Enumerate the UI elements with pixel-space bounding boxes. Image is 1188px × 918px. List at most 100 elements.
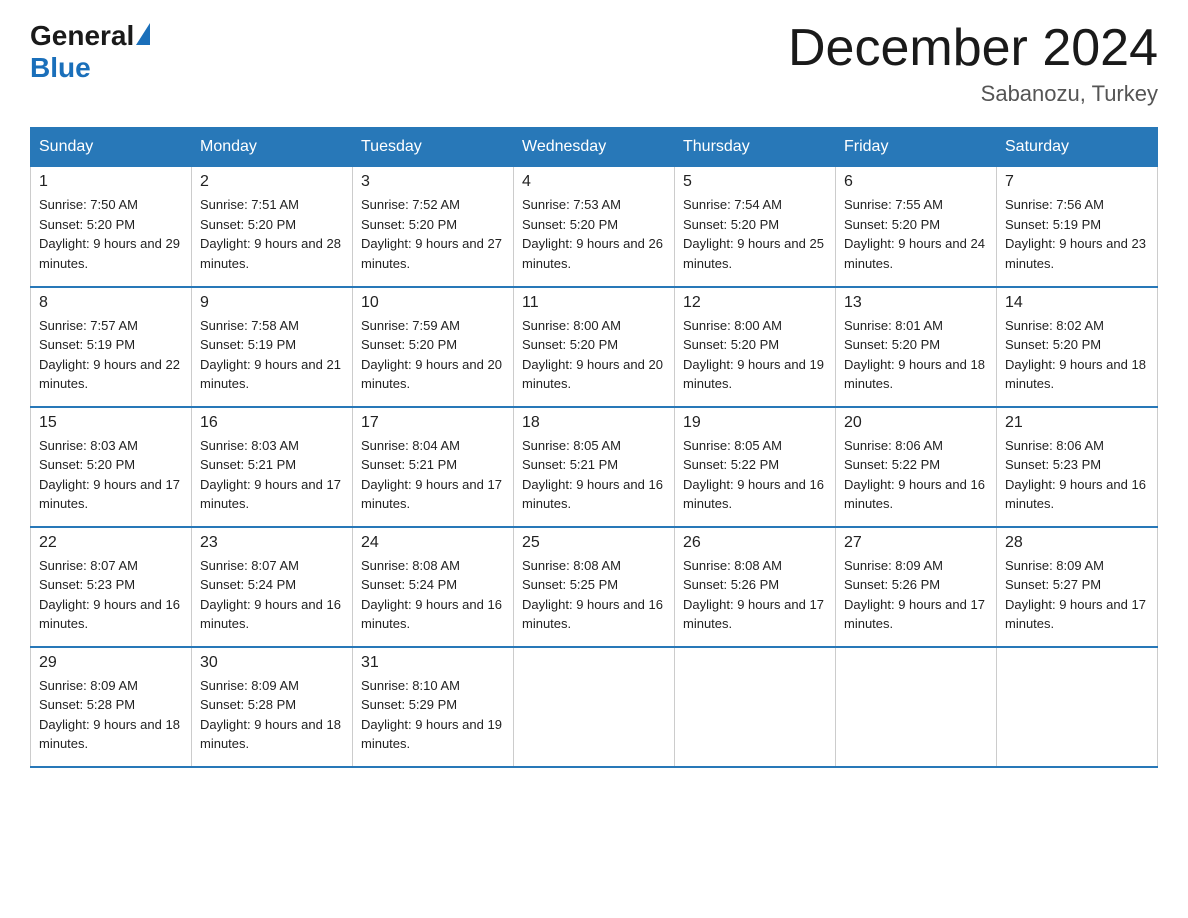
day-header-friday: Friday xyxy=(836,128,997,167)
day-info: Sunrise: 8:04 AMSunset: 5:21 PMDaylight:… xyxy=(361,436,505,514)
calendar-cell: 16 Sunrise: 8:03 AMSunset: 5:21 PMDayligh… xyxy=(192,407,353,527)
day-info: Sunrise: 7:57 AMSunset: 5:19 PMDaylight:… xyxy=(39,316,183,394)
day-number: 24 xyxy=(361,534,505,552)
page-header: General Blue December 2024 Sabanozu, Tur… xyxy=(30,20,1158,107)
day-number: 3 xyxy=(361,173,505,191)
calendar-cell: 7 Sunrise: 7:56 AMSunset: 5:19 PMDaylight… xyxy=(997,167,1158,287)
calendar-cell: 4Sunrise: 7:53 AMSunset: 5:20 PMDaylight… xyxy=(514,167,675,287)
day-info: Sunrise: 8:07 AMSunset: 5:24 PMDaylight:… xyxy=(200,556,344,634)
calendar-cell: 31 Sunrise: 8:10 AMSunset: 5:29 PMDayligh… xyxy=(353,647,514,767)
calendar-cell: 23 Sunrise: 8:07 AMSunset: 5:24 PMDayligh… xyxy=(192,527,353,647)
calendar-cell: 14Sunrise: 8:02 AMSunset: 5:20 PMDayligh… xyxy=(997,287,1158,407)
day-number: 27 xyxy=(844,534,988,552)
calendar-cell: 2 Sunrise: 7:51 AMSunset: 5:20 PMDaylight… xyxy=(192,167,353,287)
calendar-cell: 24 Sunrise: 8:08 AMSunset: 5:24 PMDayligh… xyxy=(353,527,514,647)
calendar-week-row: 22 Sunrise: 8:07 AMSunset: 5:23 PMDayligh… xyxy=(31,527,1158,647)
day-info: Sunrise: 7:56 AMSunset: 5:19 PMDaylight:… xyxy=(1005,195,1149,273)
day-number: 15 xyxy=(39,414,183,432)
day-number: 12 xyxy=(683,294,827,312)
day-number: 11 xyxy=(522,294,666,312)
calendar-week-row: 15 Sunrise: 8:03 AMSunset: 5:20 PMDayligh… xyxy=(31,407,1158,527)
calendar-cell xyxy=(997,647,1158,767)
calendar-cell: 18 Sunrise: 8:05 AMSunset: 5:21 PMDayligh… xyxy=(514,407,675,527)
day-info: Sunrise: 8:07 AMSunset: 5:23 PMDaylight:… xyxy=(39,556,183,634)
day-header-saturday: Saturday xyxy=(997,128,1158,167)
calendar-cell: 19Sunrise: 8:05 AMSunset: 5:22 PMDayligh… xyxy=(675,407,836,527)
day-info: Sunrise: 8:02 AMSunset: 5:20 PMDaylight:… xyxy=(1005,316,1149,394)
day-info: Sunrise: 8:00 AMSunset: 5:20 PMDaylight:… xyxy=(683,316,827,394)
day-number: 9 xyxy=(200,294,344,312)
day-info: Sunrise: 7:51 AMSunset: 5:20 PMDaylight:… xyxy=(200,195,344,273)
calendar-cell: 9 Sunrise: 7:58 AMSunset: 5:19 PMDaylight… xyxy=(192,287,353,407)
day-info: Sunrise: 8:01 AMSunset: 5:20 PMDaylight:… xyxy=(844,316,988,394)
day-number: 25 xyxy=(522,534,666,552)
day-info: Sunrise: 8:05 AMSunset: 5:22 PMDaylight:… xyxy=(683,436,827,514)
calendar-cell: 30 Sunrise: 8:09 AMSunset: 5:28 PMDayligh… xyxy=(192,647,353,767)
calendar-cell: 3 Sunrise: 7:52 AMSunset: 5:20 PMDaylight… xyxy=(353,167,514,287)
calendar-subtitle: Sabanozu, Turkey xyxy=(788,81,1158,107)
day-info: Sunrise: 7:53 AMSunset: 5:20 PMDaylight:… xyxy=(522,195,666,273)
day-number: 7 xyxy=(1005,173,1149,191)
day-info: Sunrise: 7:58 AMSunset: 5:19 PMDaylight:… xyxy=(200,316,344,394)
logo-triangle-icon xyxy=(136,23,150,45)
day-number: 16 xyxy=(200,414,344,432)
day-header-tuesday: Tuesday xyxy=(353,128,514,167)
calendar-cell: 5Sunrise: 7:54 AMSunset: 5:20 PMDaylight… xyxy=(675,167,836,287)
calendar-table: SundayMondayTuesdayWednesdayThursdayFrid… xyxy=(30,127,1158,768)
day-info: Sunrise: 8:09 AMSunset: 5:28 PMDaylight:… xyxy=(39,676,183,754)
calendar-cell xyxy=(514,647,675,767)
calendar-cell: 28Sunrise: 8:09 AMSunset: 5:27 PMDayligh… xyxy=(997,527,1158,647)
calendar-cell: 15 Sunrise: 8:03 AMSunset: 5:20 PMDayligh… xyxy=(31,407,192,527)
day-number: 6 xyxy=(844,173,988,191)
day-number: 13 xyxy=(844,294,988,312)
calendar-cell: 10 Sunrise: 7:59 AMSunset: 5:20 PMDayligh… xyxy=(353,287,514,407)
day-number: 17 xyxy=(361,414,505,432)
day-number: 23 xyxy=(200,534,344,552)
calendar-week-row: 29Sunrise: 8:09 AMSunset: 5:28 PMDayligh… xyxy=(31,647,1158,767)
day-info: Sunrise: 8:10 AMSunset: 5:29 PMDaylight:… xyxy=(361,676,505,754)
day-info: Sunrise: 7:52 AMSunset: 5:20 PMDaylight:… xyxy=(361,195,505,273)
day-info: Sunrise: 8:09 AMSunset: 5:26 PMDaylight:… xyxy=(844,556,988,634)
day-number: 10 xyxy=(361,294,505,312)
day-number: 18 xyxy=(522,414,666,432)
day-info: Sunrise: 8:08 AMSunset: 5:24 PMDaylight:… xyxy=(361,556,505,634)
calendar-cell: 6 Sunrise: 7:55 AMSunset: 5:20 PMDaylight… xyxy=(836,167,997,287)
calendar-cell: 29Sunrise: 8:09 AMSunset: 5:28 PMDayligh… xyxy=(31,647,192,767)
day-header-monday: Monday xyxy=(192,128,353,167)
day-info: Sunrise: 7:55 AMSunset: 5:20 PMDaylight:… xyxy=(844,195,988,273)
calendar-title: December 2024 xyxy=(788,20,1158,77)
calendar-cell: 25 Sunrise: 8:08 AMSunset: 5:25 PMDayligh… xyxy=(514,527,675,647)
calendar-cell: 13 Sunrise: 8:01 AMSunset: 5:20 PMDayligh… xyxy=(836,287,997,407)
day-info: Sunrise: 8:03 AMSunset: 5:21 PMDaylight:… xyxy=(200,436,344,514)
day-number: 22 xyxy=(39,534,183,552)
day-info: Sunrise: 8:08 AMSunset: 5:25 PMDaylight:… xyxy=(522,556,666,634)
day-header-wednesday: Wednesday xyxy=(514,128,675,167)
day-number: 31 xyxy=(361,654,505,672)
calendar-cell: 22 Sunrise: 8:07 AMSunset: 5:23 PMDayligh… xyxy=(31,527,192,647)
day-info: Sunrise: 7:50 AMSunset: 5:20 PMDaylight:… xyxy=(39,195,183,273)
day-info: Sunrise: 8:03 AMSunset: 5:20 PMDaylight:… xyxy=(39,436,183,514)
calendar-week-row: 1 Sunrise: 7:50 AMSunset: 5:20 PMDaylight… xyxy=(31,167,1158,287)
day-number: 5 xyxy=(683,173,827,191)
day-info: Sunrise: 8:00 AMSunset: 5:20 PMDaylight:… xyxy=(522,316,666,394)
day-info: Sunrise: 8:05 AMSunset: 5:21 PMDaylight:… xyxy=(522,436,666,514)
day-header-sunday: Sunday xyxy=(31,128,192,167)
calendar-cell: 1 Sunrise: 7:50 AMSunset: 5:20 PMDaylight… xyxy=(31,167,192,287)
day-info: Sunrise: 8:06 AMSunset: 5:22 PMDaylight:… xyxy=(844,436,988,514)
day-number: 26 xyxy=(683,534,827,552)
calendar-week-row: 8 Sunrise: 7:57 AMSunset: 5:19 PMDaylight… xyxy=(31,287,1158,407)
day-info: Sunrise: 8:09 AMSunset: 5:27 PMDaylight:… xyxy=(1005,556,1149,634)
day-number: 2 xyxy=(200,173,344,191)
day-info: Sunrise: 7:59 AMSunset: 5:20 PMDaylight:… xyxy=(361,316,505,394)
calendar-cell: 27 Sunrise: 8:09 AMSunset: 5:26 PMDayligh… xyxy=(836,527,997,647)
day-number: 1 xyxy=(39,173,183,191)
title-section: December 2024 Sabanozu, Turkey xyxy=(788,20,1158,107)
day-number: 8 xyxy=(39,294,183,312)
calendar-header-row: SundayMondayTuesdayWednesdayThursdayFrid… xyxy=(31,128,1158,167)
calendar-cell: 17 Sunrise: 8:04 AMSunset: 5:21 PMDayligh… xyxy=(353,407,514,527)
day-header-thursday: Thursday xyxy=(675,128,836,167)
calendar-cell xyxy=(675,647,836,767)
logo-general-text: General xyxy=(30,20,134,52)
day-info: Sunrise: 8:09 AMSunset: 5:28 PMDaylight:… xyxy=(200,676,344,754)
day-number: 30 xyxy=(200,654,344,672)
